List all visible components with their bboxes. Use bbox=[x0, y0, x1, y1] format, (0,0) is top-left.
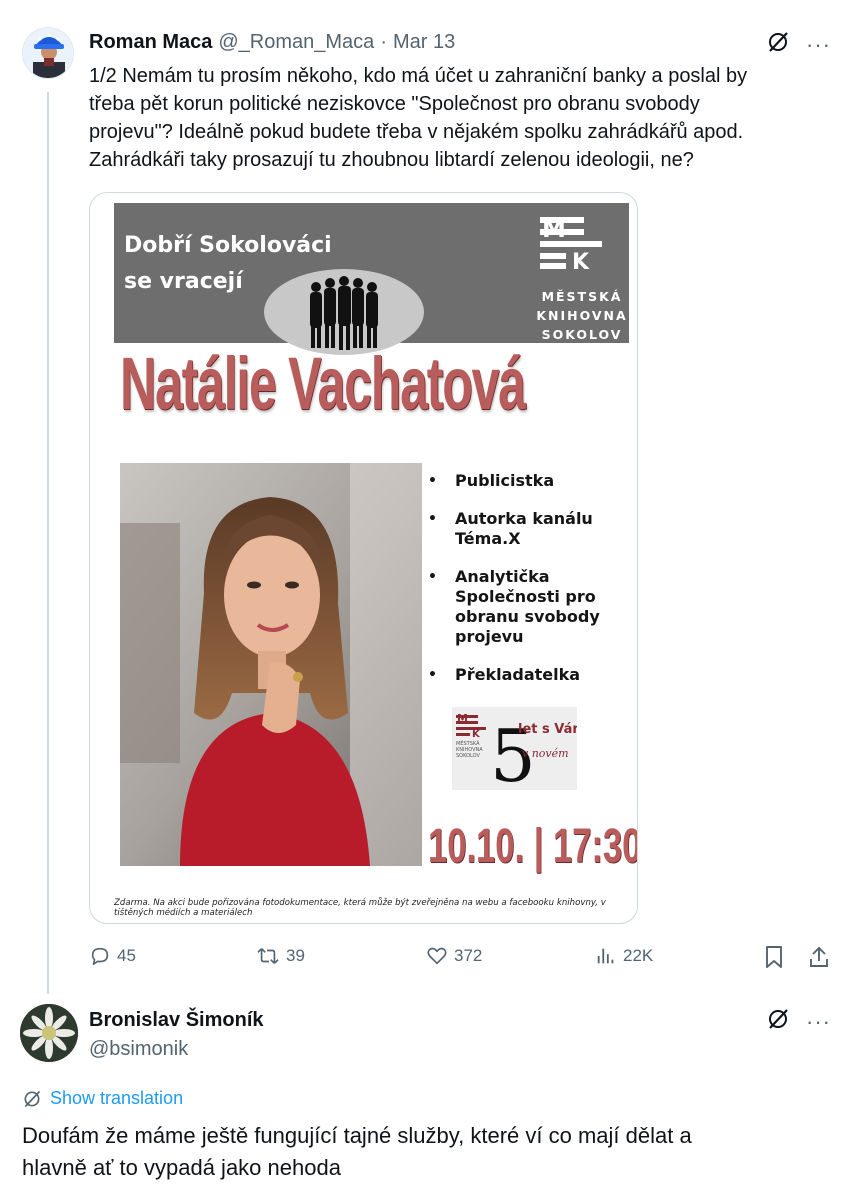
view-count: 22K bbox=[623, 946, 654, 965]
library-logo-icon: M K bbox=[540, 215, 602, 271]
author-avatar[interactable] bbox=[22, 27, 74, 79]
like-button[interactable]: 372 bbox=[426, 945, 482, 967]
svg-text:MĚSTSKÁKNIHOVNASOKOLOV: MĚSTSKÁ KNIHOVNA SOKOLOV bbox=[456, 739, 483, 759]
poster-header-band: Dobří Sokolováci se vracejí M K MĚSTSKÁ … bbox=[114, 203, 629, 355]
tweet-text: 1/2 Nemám tu prosím někoho, kdo má účet … bbox=[89, 65, 748, 171]
tweet-top-actions: ··· bbox=[766, 30, 831, 59]
bullet-item: Překladatelka bbox=[428, 665, 628, 685]
reply-icon bbox=[91, 947, 109, 966]
anniversary-badge: M K MĚSTSKÁKNIHOVNASOKOLOV 5 let s Vámi … bbox=[452, 707, 590, 798]
reply-count: 45 bbox=[117, 946, 136, 965]
reply-text: Doufám že máme ještě fungující tajné slu… bbox=[22, 1123, 692, 1180]
author-name[interactable]: Roman Maca bbox=[89, 31, 212, 54]
badge-logo-k: K bbox=[472, 729, 481, 740]
meta-separator: · bbox=[380, 31, 387, 53]
more-options-icon[interactable]: ··· bbox=[806, 33, 831, 55]
reply-button[interactable]: 45 bbox=[89, 945, 136, 967]
grok-icon[interactable] bbox=[766, 30, 790, 59]
badge-sub: v novém bbox=[522, 747, 569, 760]
speaker-photo bbox=[120, 463, 422, 866]
show-translation-label: Show translation bbox=[50, 1088, 184, 1108]
badge-text: let s Vámi bbox=[518, 722, 577, 737]
retweet-button[interactable]: 39 bbox=[256, 945, 305, 967]
share-button[interactable] bbox=[808, 945, 830, 969]
bullet-item: Autorka kanálu Téma.X bbox=[428, 509, 628, 549]
poster-header-line1: Dobří Sokolováci bbox=[124, 233, 332, 258]
bullet-item: Publicistka bbox=[428, 471, 628, 491]
reply-top-actions: ··· bbox=[766, 1007, 831, 1036]
avatar-image bbox=[23, 28, 73, 78]
speaker-bullet-list: Publicistka Autorka kanálu Téma.X Analyt… bbox=[428, 471, 628, 685]
more-options-icon[interactable]: ··· bbox=[806, 1010, 831, 1032]
show-translation-link[interactable]: Show translation bbox=[22, 1088, 183, 1109]
author-handle[interactable]: @_Roman_Maca bbox=[218, 31, 374, 54]
speaker-name: Natálie Vachatová bbox=[120, 342, 526, 425]
tweet-header: Roman Maca @_Roman_Maca · Mar 13 bbox=[89, 31, 455, 54]
like-count: 372 bbox=[454, 946, 483, 965]
views-icon bbox=[597, 948, 614, 964]
poster-fine-print: Zdarma. Na akci bude pořizována fotodoku… bbox=[114, 898, 606, 918]
reply-author-handle[interactable]: @bsimonik bbox=[89, 1038, 188, 1061]
library-name: MĚSTSKÁ KNIHOVNA SOKOLOV bbox=[536, 289, 628, 342]
logo-letter-bottom: K bbox=[572, 250, 590, 271]
bookmark-button[interactable] bbox=[763, 945, 785, 969]
bookmark-icon bbox=[766, 946, 782, 968]
retweet-count: 39 bbox=[286, 946, 305, 965]
badge-logo-m: M bbox=[457, 712, 468, 725]
retweet-icon bbox=[257, 948, 279, 964]
reply-author-name[interactable]: Bronislav Šimoník bbox=[89, 1009, 264, 1032]
event-date-time: 10.10. | 17:30 bbox=[428, 820, 638, 873]
reply-author-avatar[interactable] bbox=[20, 1004, 78, 1062]
poster-header-line2: se vracejí bbox=[124, 269, 243, 294]
bullet-item: Analytička Společnosti pro obranu svobod… bbox=[428, 567, 628, 647]
thread-connector-line bbox=[47, 92, 49, 994]
share-icon bbox=[810, 946, 828, 967]
logo-letter-top: M bbox=[542, 215, 566, 243]
tweet-media-image[interactable]: Dobří Sokolováci se vracejí M K MĚSTSKÁ … bbox=[89, 192, 638, 924]
tweet-date[interactable]: Mar 13 bbox=[393, 31, 455, 54]
views-button[interactable]: 22K bbox=[595, 945, 653, 967]
avatar-image bbox=[20, 1004, 78, 1062]
grok-icon[interactable] bbox=[766, 1007, 790, 1036]
heart-icon bbox=[427, 947, 447, 965]
translate-icon bbox=[24, 1090, 41, 1107]
